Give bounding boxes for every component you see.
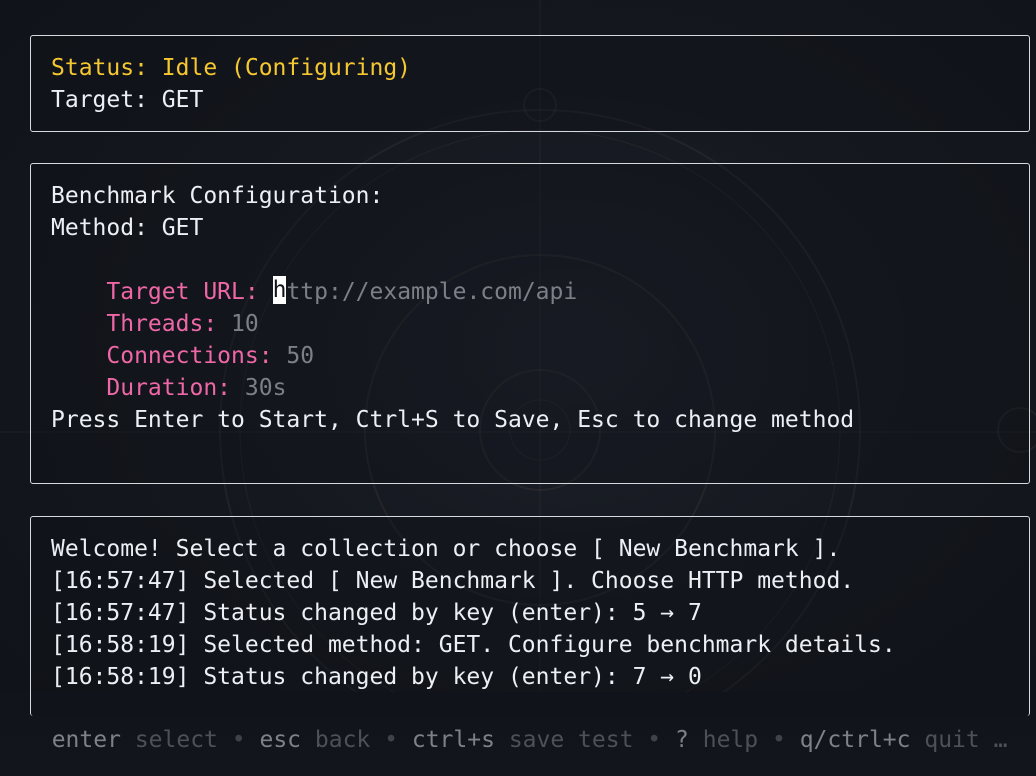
target-url-field[interactable]: Target URL: http://example.com/api bbox=[51, 244, 577, 305]
text-cursor: h bbox=[272, 276, 287, 304]
log-line: [16:58:19] Selected method: GET. Configu… bbox=[51, 632, 896, 658]
target-text: Target: GET bbox=[51, 87, 204, 113]
hint-desc-save-test: save test bbox=[508, 727, 634, 753]
log-line: Welcome! Select a collection or choose [… bbox=[51, 536, 841, 562]
threads-field[interactable]: Threads: 10 bbox=[51, 276, 258, 337]
log-line: [16:57:47] Status changed by key (enter)… bbox=[51, 600, 702, 626]
log-panel[interactable]: Welcome! Select a collection or choose [… bbox=[30, 516, 1030, 716]
duration-input[interactable]: 30s bbox=[245, 375, 287, 401]
hint-desc-quit: quit bbox=[924, 727, 980, 753]
hint-ellipsis: … bbox=[993, 727, 1008, 753]
status-panel: Status: Idle (Configuring) Target: GET bbox=[30, 35, 1030, 132]
log-line: [16:58:19] Status changed by key (enter)… bbox=[51, 664, 702, 690]
hint-separator: • bbox=[384, 727, 398, 753]
hint-key-help: ? bbox=[675, 727, 689, 753]
hint-key-quit: q/ctrl+c bbox=[799, 727, 911, 753]
hint-separator: • bbox=[647, 727, 662, 753]
hint-desc-help: help bbox=[702, 727, 759, 753]
config-heading: Benchmark Configuration: bbox=[51, 183, 384, 209]
status-text: Status: Idle (Configuring) bbox=[51, 55, 412, 81]
target-url-input[interactable]: ttp://example.com/api bbox=[286, 279, 577, 305]
keybinding-help-bar: enter select • esc back • ctrl+s save te… bbox=[24, 692, 1008, 753]
hint-key-esc: esc bbox=[259, 727, 302, 753]
connections-field[interactable]: Connections: 50 bbox=[51, 308, 314, 369]
duration-label: Duration: bbox=[106, 375, 232, 401]
hint-key-enter: enter bbox=[51, 727, 121, 753]
config-hint: Press Enter to Start, Ctrl+S to Save, Es… bbox=[51, 407, 855, 433]
method-text: Method: GET bbox=[51, 215, 204, 241]
config-panel: Benchmark Configuration: Method: GET Tar… bbox=[30, 163, 1030, 484]
hint-separator: • bbox=[231, 727, 246, 753]
hint-separator: • bbox=[771, 727, 786, 753]
connections-input[interactable]: 50 bbox=[286, 343, 314, 369]
hint-desc-back: back bbox=[314, 727, 371, 753]
duration-field[interactable]: Duration: 30s bbox=[51, 340, 286, 401]
log-line: [16:57:47] Selected [ New Benchmark ]. C… bbox=[51, 568, 855, 594]
hint-desc-select: select bbox=[134, 727, 218, 753]
hint-key-ctrl-s: ctrl+s bbox=[411, 727, 495, 753]
